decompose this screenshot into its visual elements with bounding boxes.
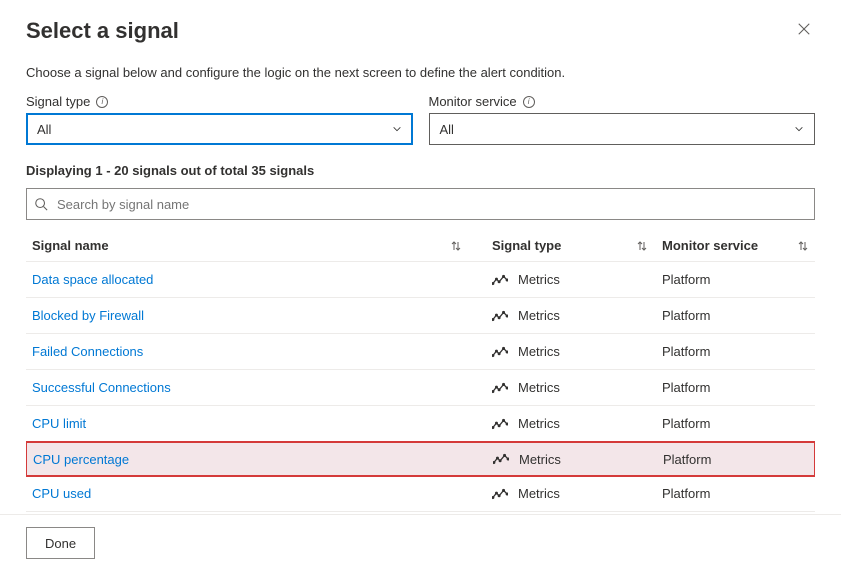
table-row[interactable]: Data space allocatedMetricsPlatform <box>26 262 815 298</box>
page-title: Select a signal <box>26 18 179 44</box>
monitor-service-cell: Platform <box>662 416 809 431</box>
signal-type-cell: Metrics <box>492 308 662 323</box>
chevron-down-icon <box>392 124 402 134</box>
table-row[interactable]: Failed ConnectionsMetricsPlatform <box>26 334 815 370</box>
sort-icon[interactable] <box>636 240 648 252</box>
signal-type-cell: Metrics <box>492 344 662 359</box>
subtitle-text: Choose a signal below and configure the … <box>26 65 815 80</box>
signal-type-value: All <box>37 122 51 137</box>
signal-name-link[interactable]: Data space allocated <box>32 272 492 287</box>
signal-type-cell: Metrics <box>492 272 662 287</box>
table-row[interactable]: CPU usedMetricsPlatform <box>26 476 815 512</box>
table-row[interactable]: Blocked by FirewallMetricsPlatform <box>26 298 815 334</box>
signal-name-link[interactable]: Blocked by Firewall <box>32 308 492 323</box>
signal-name-link[interactable]: CPU percentage <box>33 452 493 467</box>
close-icon <box>797 22 811 36</box>
sort-icon[interactable] <box>450 240 462 252</box>
monitor-service-dropdown[interactable]: All <box>429 113 816 145</box>
monitor-service-cell: Platform <box>662 308 809 323</box>
col-signal-name[interactable]: Signal name <box>32 238 109 253</box>
metrics-icon <box>492 274 508 286</box>
table-row[interactable]: CPU percentageMetricsPlatform <box>26 441 815 477</box>
signal-type-cell: Metrics <box>493 452 663 467</box>
monitor-service-cell: Platform <box>662 272 809 287</box>
metrics-icon <box>492 418 508 430</box>
monitor-service-cell: Platform <box>663 452 808 467</box>
signal-name-link[interactable]: Failed Connections <box>32 344 492 359</box>
metrics-icon <box>493 453 509 465</box>
search-icon <box>34 197 48 211</box>
metrics-icon <box>492 488 508 500</box>
result-count: Displaying 1 - 20 signals out of total 3… <box>26 163 815 178</box>
signal-name-link[interactable]: Successful Connections <box>32 380 492 395</box>
info-icon[interactable]: i <box>523 96 535 108</box>
chevron-down-icon <box>794 124 804 134</box>
done-button[interactable]: Done <box>26 527 95 559</box>
monitor-service-label: Monitor service <box>429 94 517 109</box>
monitor-service-cell: Platform <box>662 344 809 359</box>
signal-type-cell: Metrics <box>492 416 662 431</box>
close-button[interactable] <box>793 18 815 45</box>
signal-type-cell: Metrics <box>492 380 662 395</box>
signal-name-link[interactable]: CPU limit <box>32 416 492 431</box>
signal-name-link[interactable]: CPU used <box>32 486 492 501</box>
signal-type-cell: Metrics <box>492 486 662 501</box>
info-icon[interactable]: i <box>96 96 108 108</box>
table-row[interactable]: Successful ConnectionsMetricsPlatform <box>26 370 815 406</box>
col-monitor-service[interactable]: Monitor service <box>662 238 758 253</box>
metrics-icon <box>492 382 508 394</box>
sort-icon[interactable] <box>797 240 809 252</box>
metrics-icon <box>492 310 508 322</box>
monitor-service-value: All <box>440 122 454 137</box>
col-signal-type[interactable]: Signal type <box>492 238 561 253</box>
table-row[interactable]: CPU limitMetricsPlatform <box>26 406 815 442</box>
signals-table: Signal name Signal type Monitor service … <box>26 230 815 522</box>
search-input[interactable] <box>26 188 815 220</box>
metrics-icon <box>492 346 508 358</box>
signal-type-dropdown[interactable]: All <box>26 113 413 145</box>
signal-type-label: Signal type <box>26 94 90 109</box>
monitor-service-cell: Platform <box>662 380 809 395</box>
monitor-service-cell: Platform <box>662 486 809 501</box>
